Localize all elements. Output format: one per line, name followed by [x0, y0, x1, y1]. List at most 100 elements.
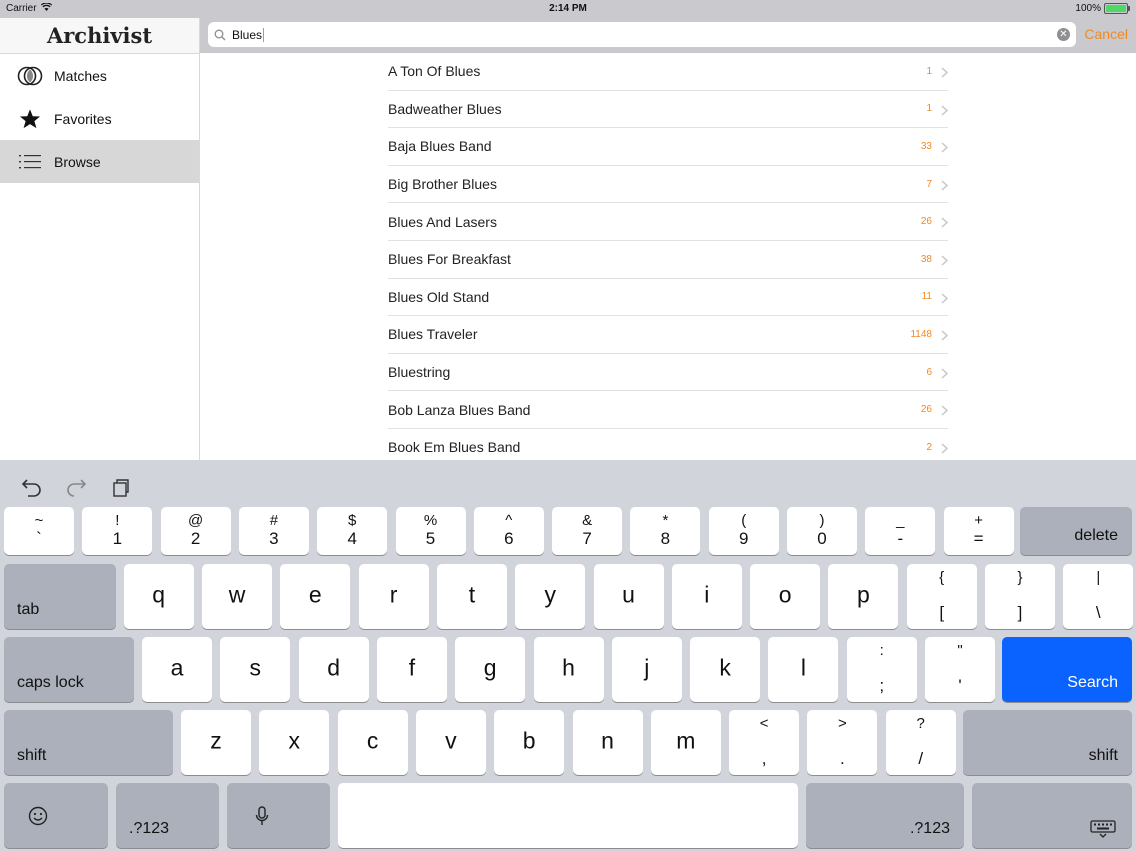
list-item[interactable]: Bluestring 6 [388, 354, 949, 392]
key-number-2[interactable]: @2 [160, 507, 231, 555]
chevron-right-icon [941, 65, 949, 83]
key-c[interactable]: c [337, 710, 408, 775]
result-name: Bluestring [388, 364, 451, 381]
sidebar-item-browse[interactable]: Browse [0, 140, 199, 183]
list-item[interactable]: Blues Traveler 1148 [388, 316, 949, 354]
result-count-badge: 6 [926, 366, 932, 378]
key-o[interactable]: o [750, 564, 821, 629]
key-v[interactable]: v [415, 710, 486, 775]
chevron-right-icon [941, 291, 949, 309]
key-r[interactable]: r [358, 564, 429, 629]
clear-search-icon[interactable]: ✕ [1057, 28, 1070, 41]
caps-lock-key[interactable]: caps lock [4, 637, 134, 702]
key-l[interactable]: l [768, 637, 839, 702]
list-item[interactable]: Blues And Lasers 26 [388, 203, 949, 241]
key-x[interactable]: x [259, 710, 330, 775]
key-punct-1[interactable]: " ' [925, 637, 995, 702]
key-i[interactable]: i [671, 564, 742, 629]
search-value: Blues [232, 27, 263, 42]
key-angle-0[interactable]: <, [729, 710, 800, 775]
chevron-right-icon [941, 366, 949, 384]
tab-key[interactable]: tab [4, 564, 116, 629]
sidebar-item-favorites[interactable]: Favorites [0, 97, 199, 140]
keyboard-dismiss-icon [1090, 820, 1116, 838]
key-w[interactable]: w [202, 564, 272, 629]
search-input[interactable]: Blues ✕ [208, 22, 1076, 47]
key-bracket-0[interactable]: {[ [906, 564, 977, 629]
key-y[interactable]: y [515, 564, 586, 629]
key-number-8[interactable]: * 8 [630, 507, 701, 555]
star-icon [15, 108, 45, 130]
key-bottom-label: 9 [738, 529, 749, 548]
hide-keyboard-key[interactable] [972, 783, 1132, 848]
list-item[interactable]: Bob Lanza Blues Band 26 [388, 391, 949, 429]
key-e[interactable]: e [280, 564, 351, 629]
key-bracket-2[interactable]: | \ [1063, 564, 1134, 629]
key-u[interactable]: u [593, 564, 664, 629]
shift-left-key[interactable]: shift [4, 710, 173, 775]
shift-right-key[interactable]: shift [963, 710, 1132, 775]
key-number-5[interactable]: % 5 [395, 507, 466, 555]
list-item[interactable]: Big Brother Blues 7 [388, 166, 949, 204]
key-number-4[interactable]: $4 [317, 507, 388, 555]
key-k[interactable]: k [690, 637, 761, 702]
key-q[interactable]: q [123, 564, 194, 629]
key-number-9[interactable]: (9 [708, 507, 779, 555]
chevron-right-icon [941, 103, 949, 121]
key-number-0[interactable]: ~ ` [4, 507, 74, 555]
key-z[interactable]: z [181, 710, 251, 775]
key-label: x [288, 726, 301, 753]
list-item[interactable]: Blues For Breakfast 38 [388, 241, 949, 279]
result-count-badge: 11 [921, 291, 932, 303]
key-label: h [562, 653, 575, 680]
list-item[interactable]: Baja Blues Band 33 [388, 128, 949, 166]
key-number-10[interactable]: ) 0 [787, 507, 857, 555]
key-angle-1[interactable]: >. [807, 710, 878, 775]
key-d[interactable]: d [298, 637, 369, 702]
key-n[interactable]: n [572, 710, 643, 775]
key-top-label: @ [187, 512, 204, 529]
key-label: k [719, 653, 731, 680]
undo-icon[interactable] [20, 476, 44, 503]
key-bottom-label: ; [879, 676, 885, 695]
key-bracket-1[interactable]: }] [985, 564, 1055, 629]
key-m[interactable]: m [650, 710, 721, 775]
emoji-key[interactable] [4, 783, 108, 848]
key-number-11[interactable]: _ - [865, 507, 936, 555]
chevron-right-icon [941, 403, 949, 421]
list-item[interactable]: A Ton Of Blues 1 [388, 53, 949, 91]
key-h[interactable]: h [533, 637, 604, 702]
key-s[interactable]: s [220, 637, 291, 702]
search-key[interactable]: Search [1002, 637, 1132, 702]
paste-icon[interactable] [108, 476, 132, 503]
dictation-key[interactable] [227, 783, 330, 848]
key-t[interactable]: t [436, 564, 507, 629]
key-number-6[interactable]: ^ 6 [473, 507, 544, 555]
key-g[interactable]: g [455, 637, 526, 702]
key-number-1[interactable]: ! 1 [82, 507, 153, 555]
key-f[interactable]: f [376, 637, 447, 702]
delete-key[interactable]: delete [1020, 507, 1132, 555]
key-punct-0[interactable]: :; [846, 637, 917, 702]
key-label: shift [1088, 747, 1118, 764]
keyboard-shortcut-bar [20, 476, 132, 503]
key-number-12[interactable]: + = [943, 507, 1014, 555]
cancel-button[interactable]: Cancel [1084, 26, 1128, 42]
key-number-3[interactable]: #3 [238, 507, 309, 555]
space-key[interactable] [338, 783, 798, 848]
key-b[interactable]: b [494, 710, 565, 775]
battery-icon [1104, 3, 1130, 14]
result-count-badge: 2 [926, 441, 932, 453]
result-count-badge: 7 [926, 178, 932, 190]
list-item[interactable]: Badweather Blues 1 [388, 91, 949, 129]
key-p[interactable]: p [828, 564, 899, 629]
emoji-icon [0, 806, 108, 826]
redo-icon[interactable] [64, 476, 88, 503]
list-item[interactable]: Blues Old Stand 11 [388, 279, 949, 317]
key-number-7[interactable]: & 7 [552, 507, 623, 555]
key-a[interactable]: a [142, 637, 212, 702]
sidebar-item-matches[interactable]: Matches [0, 54, 199, 97]
key-angle-2[interactable]: ? / [885, 710, 956, 775]
key-j[interactable]: j [611, 637, 682, 702]
numbers-key-right[interactable]: .?123 [806, 783, 964, 848]
